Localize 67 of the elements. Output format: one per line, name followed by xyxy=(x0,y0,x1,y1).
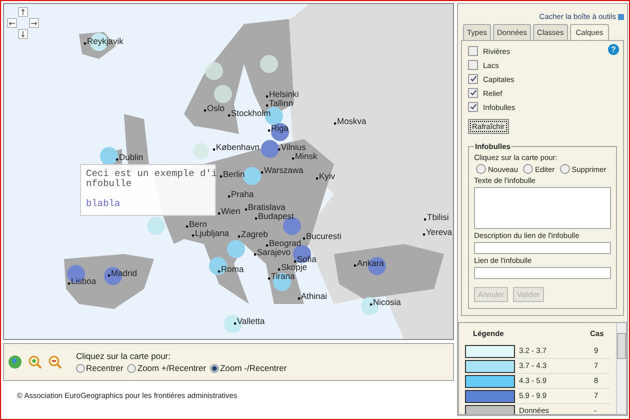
city-label: Nicosia xyxy=(370,298,401,307)
input-field[interactable] xyxy=(474,267,611,279)
city-label: Lisboa xyxy=(68,277,96,286)
checkbox-icon[interactable] xyxy=(468,46,478,56)
scrollbar[interactable] xyxy=(616,323,626,414)
radio-icon[interactable] xyxy=(523,164,534,174)
city-label: Roma xyxy=(218,265,244,274)
radio-option[interactable]: Zoom +/Recentrer xyxy=(127,363,206,373)
pan-button[interactable]: → xyxy=(29,18,39,28)
city-label: Bratislava xyxy=(245,203,286,212)
checkbox-icon[interactable] xyxy=(468,88,478,98)
help-button[interactable]: ? xyxy=(608,44,619,55)
radio-icon[interactable] xyxy=(210,364,220,372)
city-label: Ankara xyxy=(354,259,384,268)
city-label: Riga xyxy=(268,124,288,133)
radio-icon[interactable] xyxy=(560,164,570,174)
radio-icon[interactable] xyxy=(127,364,136,372)
city-label: Reykjavik xyxy=(84,37,124,46)
radio-icon[interactable] xyxy=(476,164,486,174)
checkbox-icon[interactable] xyxy=(468,102,478,112)
radio-icon[interactable] xyxy=(76,364,85,372)
city-label: Praha xyxy=(228,190,254,199)
city-label: Wien xyxy=(218,207,240,216)
tooltip-text: Ceci est un exemple d'infobulle xyxy=(86,169,218,189)
city-label: Budapest xyxy=(255,212,294,221)
city-label: Berlin xyxy=(220,170,245,179)
city-label: Oslo xyxy=(204,104,224,113)
globe-icon[interactable] xyxy=(8,355,22,369)
pan-button[interactable]: ↑ xyxy=(18,7,28,17)
radio-option[interactable]: Zoom -/Recentrer xyxy=(210,363,287,373)
city-label: Athinai xyxy=(298,292,327,301)
city-label: Moskva xyxy=(334,117,366,126)
city-label: Madrid xyxy=(108,269,137,278)
city-label: Kyiv xyxy=(316,172,336,181)
tooltip-link[interactable]: blabla xyxy=(86,198,120,209)
map-prompt: Cliquez sur la carte pour: xyxy=(76,351,172,361)
radio-option[interactable]: Recentrer xyxy=(76,363,124,373)
city-label: Tirana xyxy=(268,272,295,281)
pan-button[interactable]: ↓ xyxy=(18,29,28,39)
checkbox-icon[interactable] xyxy=(468,60,478,70)
pan-button[interactable]: ← xyxy=(7,18,17,28)
city-label: Warszawa xyxy=(261,166,304,175)
city-label: Yereva xyxy=(423,228,452,237)
city-label: Valletta xyxy=(234,317,265,326)
city-label: København xyxy=(213,143,260,152)
city-label: Vilnius xyxy=(278,143,306,152)
city-label: Ljubljana xyxy=(192,229,230,238)
city-label: Bucuresti xyxy=(303,232,342,241)
checkbox-icon[interactable] xyxy=(468,74,478,84)
city-label: Zagreb xyxy=(238,230,268,239)
city-label: Stockholm xyxy=(228,109,271,118)
city-label: Helsinki xyxy=(266,90,299,99)
city-label: Minsk xyxy=(292,152,318,161)
city-label: Tbilisi xyxy=(424,213,449,222)
city-label: Sarajevo xyxy=(254,248,291,257)
input-field[interactable] xyxy=(474,242,611,254)
map-bubble xyxy=(260,55,278,73)
zoom-out-icon[interactable] xyxy=(48,355,62,369)
text-area[interactable] xyxy=(474,187,611,229)
city-label: Bern xyxy=(186,220,207,229)
map-bubble xyxy=(205,62,223,80)
collapse-icon[interactable] xyxy=(618,14,624,20)
city-label: Tallinn xyxy=(266,99,294,108)
map-bubble xyxy=(147,217,165,235)
map-bubble xyxy=(214,85,232,103)
zoom-in-icon[interactable] xyxy=(28,355,42,369)
city-label: Beograd xyxy=(266,239,302,248)
